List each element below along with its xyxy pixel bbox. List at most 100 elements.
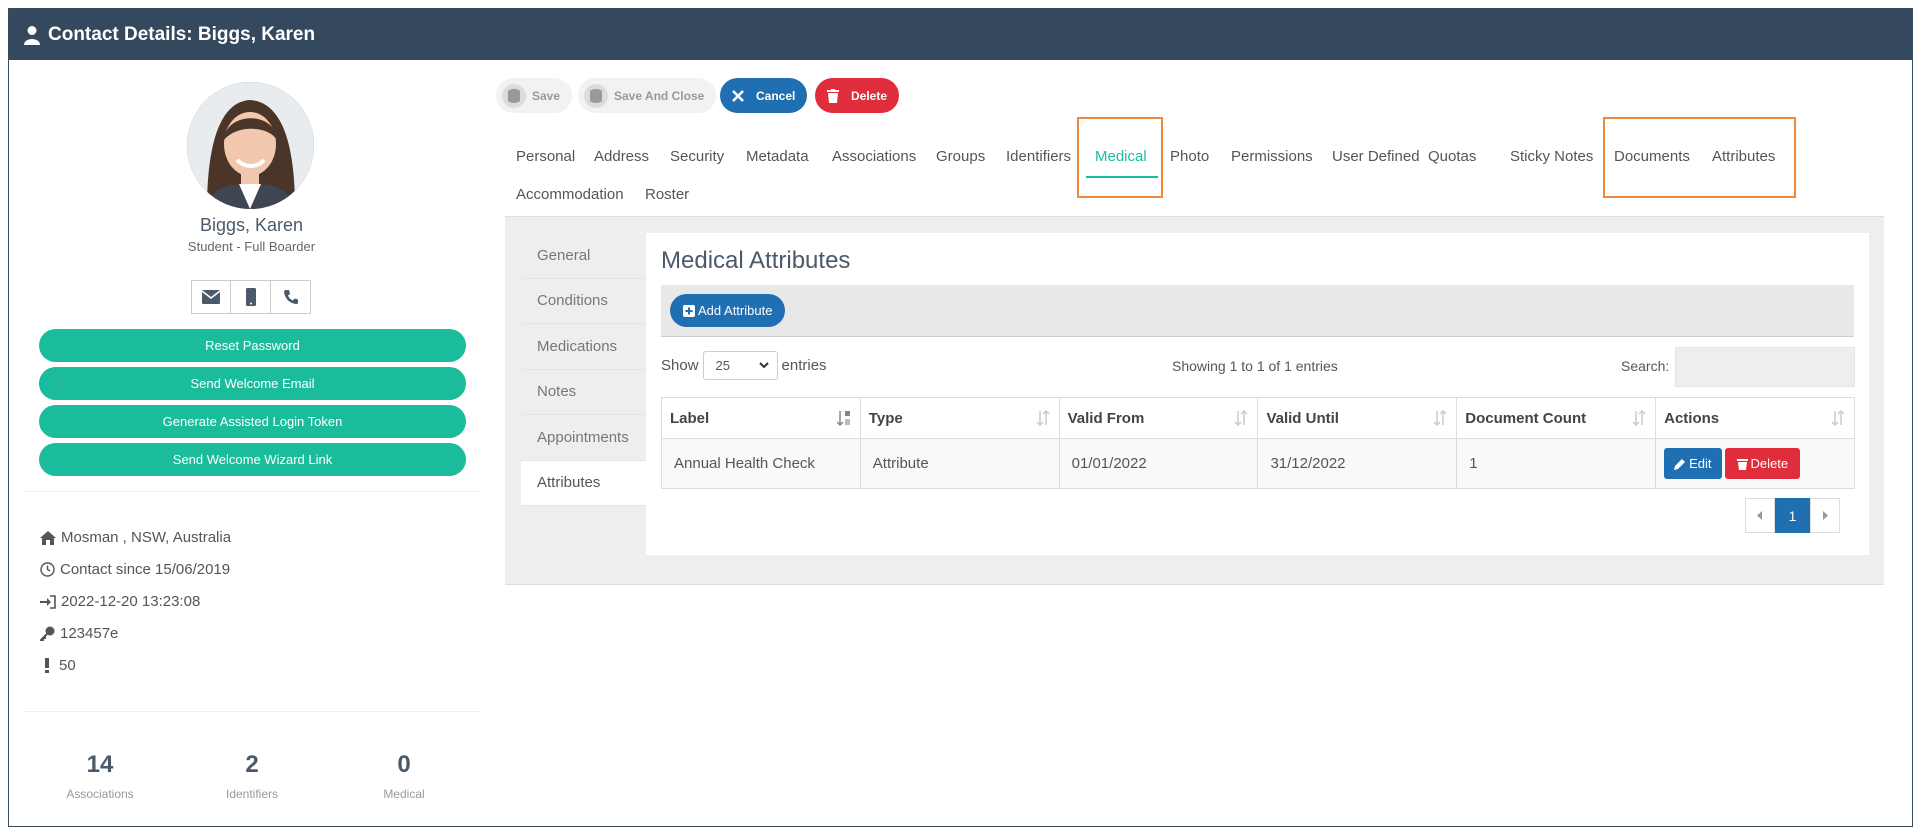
cell-type: Attribute <box>859 438 1060 489</box>
exclamation-icon <box>45 658 49 673</box>
row-delete-label: Delete <box>1750 456 1789 471</box>
key-info: 123457e <box>40 625 118 642</box>
page-size-value: 25 <box>715 358 730 373</box>
tab-address[interactable]: Address <box>594 148 649 165</box>
column-header-valid-from[interactable]: Valid From <box>1058 397 1259 439</box>
cancel-button[interactable]: Cancel <box>720 78 808 113</box>
tab-sticky-notes[interactable]: Sticky Notes <box>1510 148 1593 165</box>
database-icon <box>584 83 608 108</box>
tab-security[interactable]: Security <box>670 148 724 165</box>
last-login-info: 2022-12-20 13:23:08 <box>40 593 200 610</box>
entries-label: entries <box>781 357 827 374</box>
tab-user-defined[interactable]: User Defined <box>1332 148 1420 165</box>
content-panel: General Conditions Medications Notes App… <box>505 217 1884 585</box>
stat-label: Medical <box>383 787 425 801</box>
tab-photo[interactable]: Photo <box>1170 148 1209 165</box>
header-text: Label <box>670 409 710 427</box>
generate-login-token-button[interactable]: Generate Assisted Login Token <box>39 405 466 438</box>
contact-since-info: Contact since 15/06/2019 <box>40 561 230 578</box>
save-button[interactable]: Save <box>496 78 573 113</box>
subnav-medications[interactable]: Medications <box>521 324 646 370</box>
action-bar: Add Attribute <box>661 285 1854 337</box>
header-text: Actions <box>1664 409 1720 427</box>
edit-label: Edit <box>1689 456 1712 471</box>
tab-identifiers[interactable]: Identifiers <box>1006 148 1071 165</box>
contact-icon-group <box>191 280 311 314</box>
attributes-table: Label Type Valid From Valid Until Docume… <box>661 397 1855 489</box>
sort-icon <box>1831 410 1845 426</box>
subnav-conditions[interactable]: Conditions <box>521 279 646 324</box>
tab-quotas[interactable]: Quotas <box>1428 148 1476 165</box>
sort-icon <box>1234 410 1248 426</box>
medical-attributes-card: Medical Attributes Add Attribute Show 25… <box>646 233 1869 555</box>
stat-associations: 14 Associations <box>40 751 160 801</box>
next-page-button[interactable] <box>1810 498 1840 533</box>
subnav-general[interactable]: General <box>521 233 646 279</box>
prev-page-button[interactable] <box>1745 498 1775 533</box>
search-input[interactable] <box>1675 347 1855 387</box>
sort-icon <box>1036 410 1050 426</box>
divider <box>24 711 480 712</box>
pagination: 1 <box>1745 498 1840 533</box>
column-header-label[interactable]: Label <box>661 397 861 439</box>
send-welcome-wizard-button[interactable]: Send Welcome Wizard Link <box>39 443 466 476</box>
tab-permissions[interactable]: Permissions <box>1231 148 1313 165</box>
title-bar: Contact Details: Biggs, Karen <box>9 9 1912 60</box>
phone-icon[interactable] <box>271 280 311 314</box>
row-delete-button[interactable]: Delete <box>1724 448 1801 479</box>
page-size-select[interactable]: 25 <box>702 351 778 380</box>
send-welcome-email-button[interactable]: Send Welcome Email <box>39 367 466 400</box>
user-icon <box>24 25 40 45</box>
table-row: Annual Health Check Attribute 01/01/2022… <box>661 438 1855 489</box>
sort-icon <box>1632 410 1646 426</box>
cell-label: Annual Health Check <box>661 438 861 489</box>
alerts-info: 50 <box>40 657 76 674</box>
window-title: Contact Details: Biggs, Karen <box>48 23 316 45</box>
page-button-current[interactable]: 1 <box>1775 498 1810 533</box>
location-info: Mosman , NSW, Australia <box>40 529 231 546</box>
cell-document-count: 1 <box>1456 438 1657 489</box>
mobile-icon[interactable] <box>231 280 271 314</box>
tab-roster[interactable]: Roster <box>645 186 689 203</box>
tab-associations[interactable]: Associations <box>832 148 916 165</box>
section-title: Medical Attributes <box>661 247 851 274</box>
stat-value: 0 <box>397 751 411 778</box>
key-icon <box>40 626 55 641</box>
stat-label: Associations <box>66 787 134 801</box>
envelope-icon[interactable] <box>191 280 231 314</box>
tab-accommodation[interactable]: Accommodation <box>516 186 624 203</box>
key-text: 123457e <box>60 625 119 642</box>
cell-valid-until: 31/12/2022 <box>1257 438 1458 489</box>
cell-valid-from: 01/01/2022 <box>1058 438 1259 489</box>
stat-medical: 0 Medical <box>344 751 464 801</box>
last-login-text: 2022-12-20 13:23:08 <box>61 593 201 610</box>
close-icon <box>726 84 750 108</box>
save-label: Save <box>532 88 561 103</box>
medical-subnav: General Conditions Medications Notes App… <box>521 233 646 506</box>
column-header-actions[interactable]: Actions <box>1655 397 1855 439</box>
column-header-valid-until[interactable]: Valid Until <box>1257 397 1458 439</box>
page-size-control: Show 25 entries <box>661 351 827 380</box>
tab-groups[interactable]: Groups <box>936 148 985 165</box>
stat-value: 2 <box>245 751 259 778</box>
subnav-appointments[interactable]: Appointments <box>521 415 646 461</box>
subnav-attributes[interactable]: Attributes <box>521 460 646 506</box>
reset-password-button[interactable]: Reset Password <box>39 329 466 362</box>
delete-label: Delete <box>851 88 888 103</box>
delete-button[interactable]: Delete <box>815 78 900 113</box>
tab-personal[interactable]: Personal <box>516 148 575 165</box>
tab-metadata[interactable]: Metadata <box>746 148 809 165</box>
add-attribute-label: Add Attribute <box>698 303 773 318</box>
add-attribute-button[interactable]: Add Attribute <box>670 294 786 327</box>
trash-icon <box>1736 458 1748 470</box>
show-label: Show <box>661 357 699 374</box>
header-text: Type <box>868 409 903 427</box>
column-header-type[interactable]: Type <box>859 397 1060 439</box>
save-and-close-button[interactable]: Save And Close <box>578 78 717 113</box>
stat-value: 14 <box>86 751 114 778</box>
subnav-notes[interactable]: Notes <box>521 370 646 415</box>
avatar <box>187 82 314 209</box>
edit-button[interactable]: Edit <box>1664 448 1722 479</box>
column-header-document-count[interactable]: Document Count <box>1456 397 1657 439</box>
highlight-box-documents-attributes <box>1603 117 1796 198</box>
